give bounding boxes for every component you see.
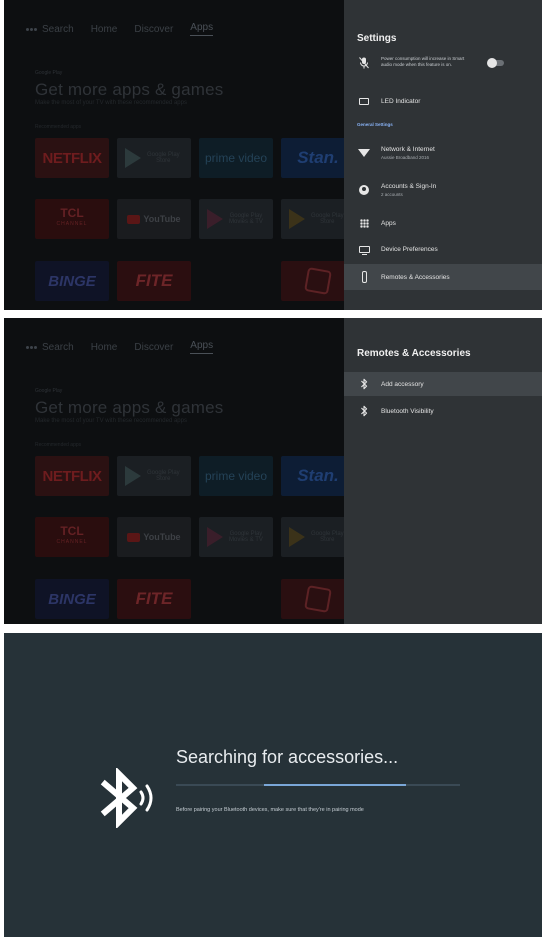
tile-youtube[interactable]: YouTube xyxy=(117,199,191,239)
tv-icon xyxy=(357,242,371,256)
settings-item-remotes[interactable]: Remotes & Accessories xyxy=(344,264,542,290)
brand-label: Google Play xyxy=(35,388,63,394)
remote-icon xyxy=(357,270,371,284)
youtube-play-icon xyxy=(127,214,141,224)
home-subtitle: Make the most of your TV with these reco… xyxy=(35,100,187,106)
youtube-play-icon xyxy=(127,532,141,542)
google-play-movies-icon xyxy=(207,527,223,547)
power-notice-row[interactable]: Power consumption will increase in Smart… xyxy=(344,56,542,78)
google-play-games-icon xyxy=(289,209,305,229)
google-assistant-icon xyxy=(26,345,37,349)
tile-fite[interactable]: FITE xyxy=(117,261,191,301)
settings-item-apps[interactable]: Apps xyxy=(344,214,542,232)
nav-discover[interactable]: Discover xyxy=(134,24,173,35)
settings-screen: Search Home Discover Apps Google Play Ge… xyxy=(4,0,542,310)
tile-youtube[interactable]: YouTube xyxy=(117,517,191,557)
remotes-accessories-screen: Search Home Discover Apps Google Play Ge… xyxy=(4,318,542,624)
dice-icon xyxy=(304,585,332,613)
remotes-panel: Remotes & Accessories Add accessory Blue… xyxy=(344,318,542,624)
apps-grid-icon xyxy=(357,216,371,230)
power-notice-text: Power consumption will increase in Smart… xyxy=(381,56,465,67)
section-label: Recommended apps xyxy=(35,124,82,130)
nav-apps[interactable]: Apps xyxy=(190,22,214,36)
google-play-movies-icon xyxy=(207,209,223,229)
tile-game[interactable] xyxy=(281,579,344,619)
tile-google-play-movies[interactable]: Google Play Movies & TV xyxy=(199,199,273,239)
nav-search[interactable]: Search xyxy=(26,24,74,35)
nav-discover[interactable]: Discover xyxy=(134,342,173,353)
settings-item-network[interactable]: Network & Internet Aussie Broadband 2016 xyxy=(344,140,542,166)
settings-item-device-preferences[interactable]: Device Preferences xyxy=(344,240,542,258)
tile-binge[interactable]: BINGE xyxy=(35,579,109,619)
pairing-hint: Before pairing your Bluetooth devices, m… xyxy=(176,807,364,813)
brand-label: Google Play xyxy=(35,70,63,76)
tile-stan[interactable]: Stan. xyxy=(281,138,344,178)
nav-apps[interactable]: Apps xyxy=(190,340,214,354)
tile-google-play-games[interactable]: Google Play Store xyxy=(281,517,344,557)
mic-off-icon xyxy=(357,56,371,70)
settings-title: Settings xyxy=(357,33,397,44)
tile-tcl-channel[interactable]: TCL CHANNEL xyxy=(35,517,109,557)
tile-prime-video[interactable]: prime video xyxy=(199,456,273,496)
remotes-title: Remotes & Accessories xyxy=(357,348,471,359)
wifi-icon xyxy=(357,146,371,160)
tile-google-play[interactable]: Google Play Store xyxy=(117,138,191,178)
google-play-icon xyxy=(125,466,141,486)
searching-title: Searching for accessories... xyxy=(176,747,399,767)
top-nav: Search Home Discover Apps xyxy=(26,22,214,36)
bluetooth-icon xyxy=(357,404,371,418)
section-label: Recommended apps xyxy=(35,442,82,448)
tile-google-play[interactable]: Google Play Store xyxy=(117,456,191,496)
tile-fite[interactable]: FITE xyxy=(117,579,191,619)
top-nav: Search Home Discover Apps xyxy=(26,340,214,354)
settings-item-accounts[interactable]: Accounts & Sign-In 2 accounts xyxy=(344,177,542,203)
search-progress-bar xyxy=(176,784,460,786)
dimmed-home-screen: Search Home Discover Apps Google Play Ge… xyxy=(4,0,344,310)
tile-google-play-movies[interactable]: Google Play Movies & TV xyxy=(199,517,273,557)
tile-netflix[interactable]: NETFLIX xyxy=(35,138,109,178)
dimmed-home-screen: Search Home Discover Apps Google Play Ge… xyxy=(4,318,344,624)
tile-game[interactable] xyxy=(281,261,344,301)
tile-prime-video[interactable]: prime video xyxy=(199,138,273,178)
nav-home[interactable]: Home xyxy=(91,24,118,35)
settings-panel: Settings Power consumption will increase… xyxy=(344,0,542,310)
bluetooth-searching-icon xyxy=(99,766,159,830)
tile-google-play-games[interactable]: Google Play Store xyxy=(281,199,344,239)
tile-binge[interactable]: BINGE xyxy=(35,261,109,301)
tile-stan[interactable]: Stan. xyxy=(281,456,344,496)
home-title: Get more apps & games xyxy=(35,398,224,417)
nav-home[interactable]: Home xyxy=(91,342,118,353)
home-title: Get more apps & games xyxy=(35,80,224,99)
tile-tcl-channel[interactable]: TCL CHANNEL xyxy=(35,199,109,239)
bluetooth-icon xyxy=(357,377,371,391)
google-play-games-icon xyxy=(289,527,305,547)
add-accessory-item[interactable]: Add accessory xyxy=(344,372,542,396)
nav-search[interactable]: Search xyxy=(26,342,74,353)
settings-item-led[interactable]: LED Indicator xyxy=(344,93,542,109)
search-progress-fill xyxy=(264,784,407,786)
smart-audio-toggle[interactable] xyxy=(487,58,504,68)
led-indicator-icon xyxy=(357,94,371,108)
dice-icon xyxy=(304,267,332,295)
home-subtitle: Make the most of your TV with these reco… xyxy=(35,418,187,424)
bluetooth-visibility-item[interactable]: Bluetooth Visibility xyxy=(344,400,542,422)
general-settings-heading: General Settings xyxy=(357,122,393,127)
tile-netflix[interactable]: NETFLIX xyxy=(35,456,109,496)
google-assistant-icon xyxy=(26,27,37,31)
searching-accessories-screen: Searching for accessories... Before pair… xyxy=(4,633,542,937)
google-play-icon xyxy=(125,148,141,168)
account-icon xyxy=(357,183,371,197)
